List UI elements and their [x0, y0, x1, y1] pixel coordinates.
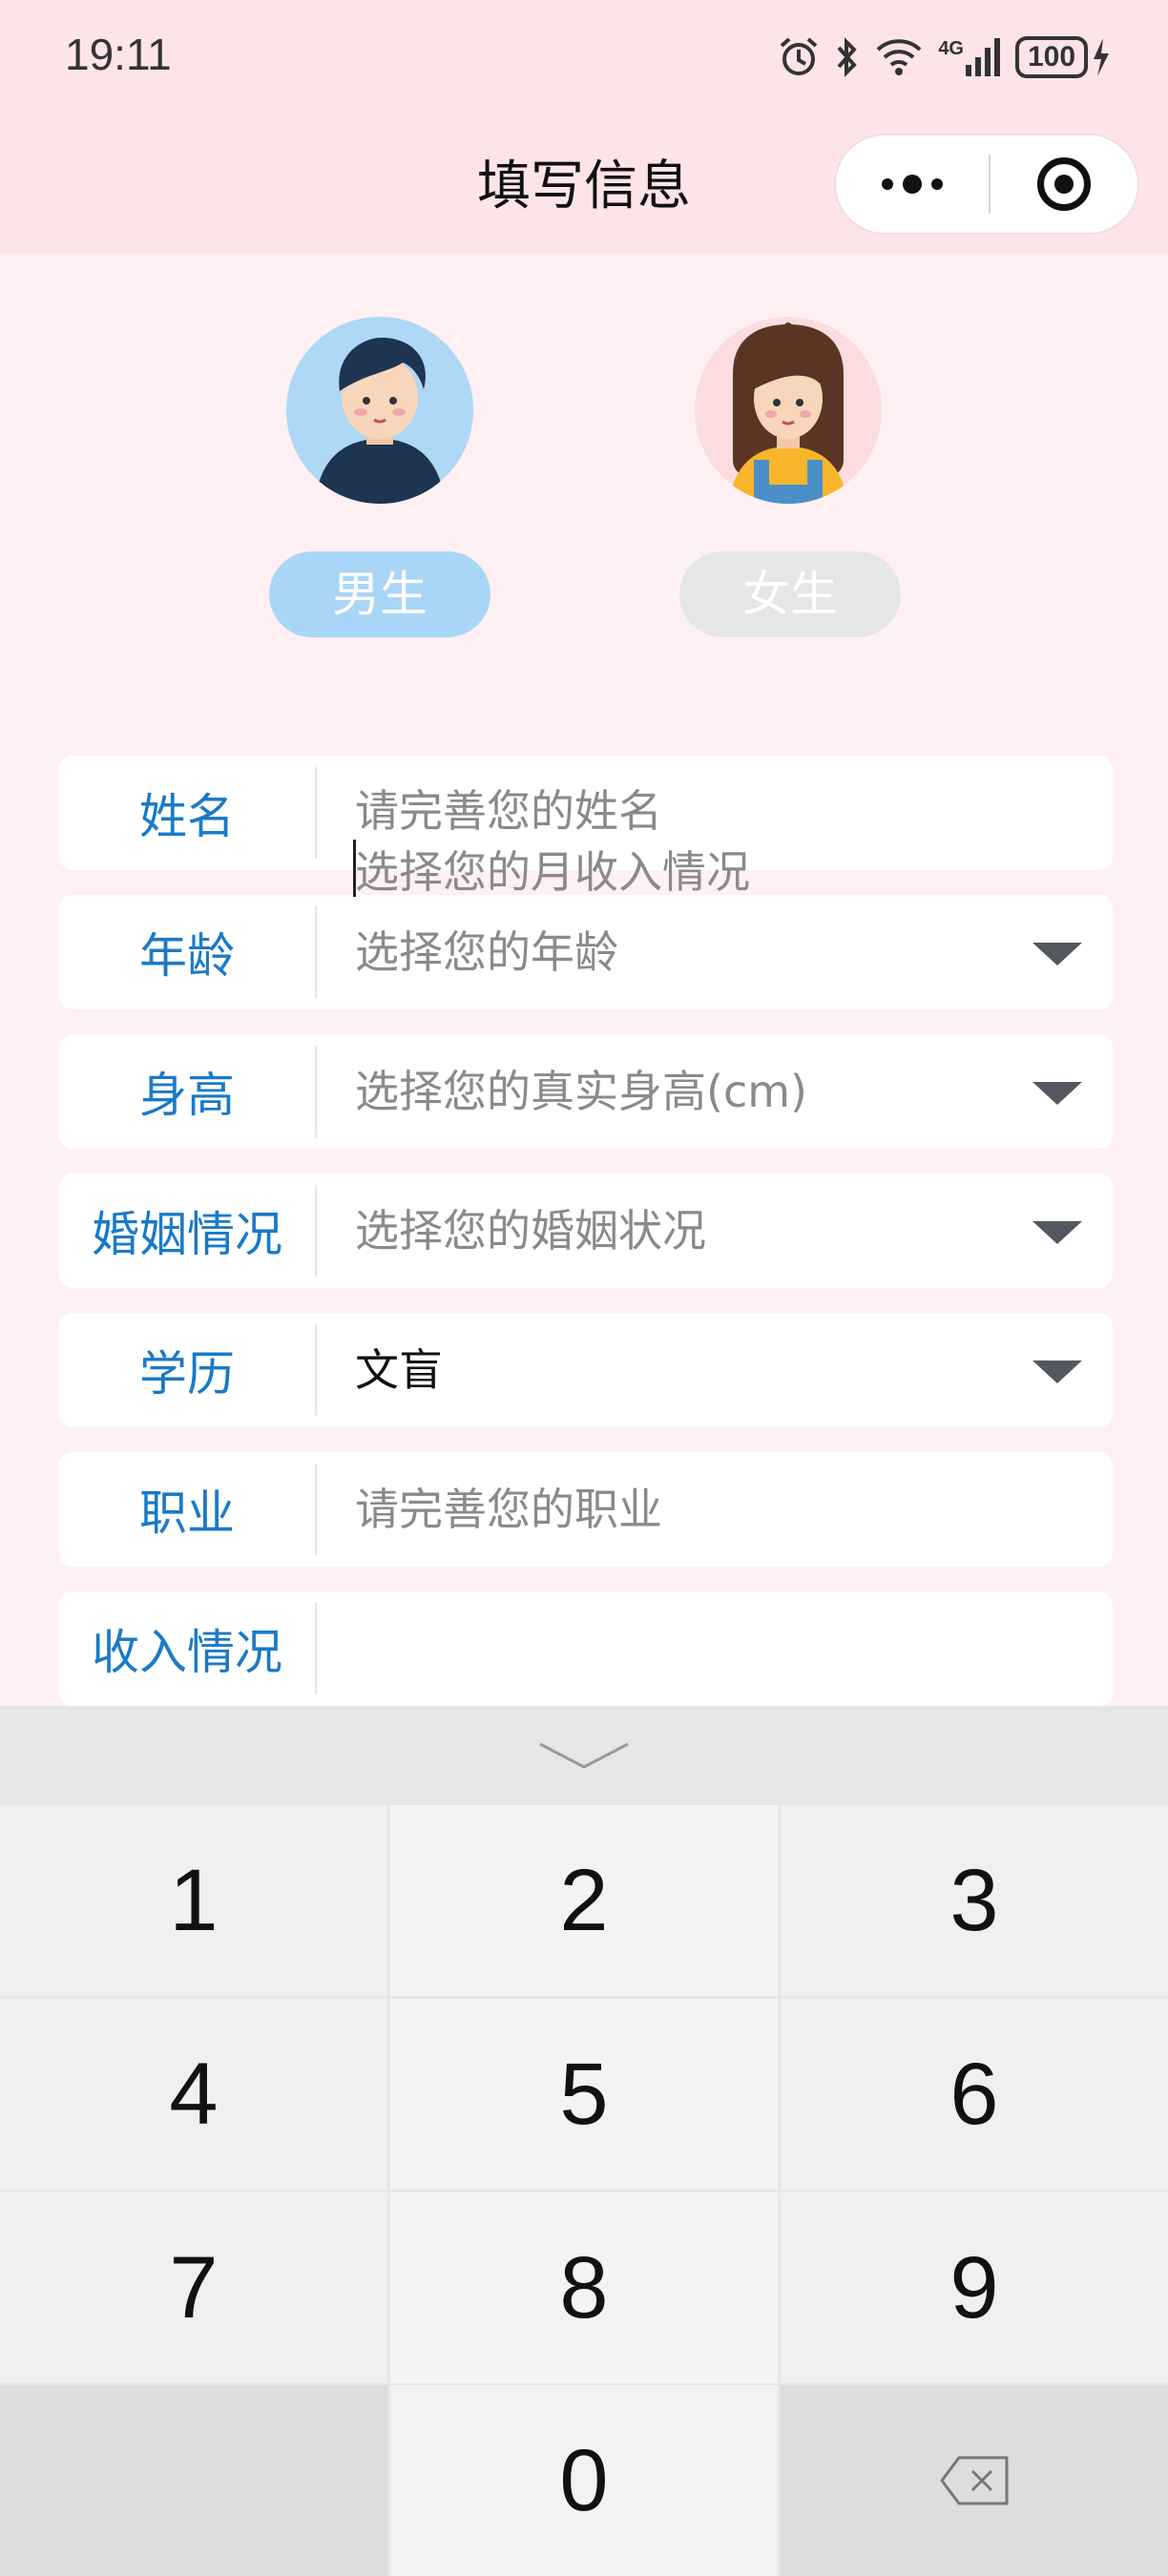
keyboard-collapse-button[interactable]: [0, 1706, 1168, 1805]
row-divider: [315, 906, 317, 998]
chevron-down-icon: [539, 1742, 629, 1769]
wifi-icon: [875, 38, 923, 76]
income-placeholder: 选择您的月收入情况: [355, 846, 750, 898]
key-2[interactable]: 2: [390, 1805, 778, 1996]
cellular-signal-icon: 4G: [938, 38, 1000, 76]
form-row-occupation[interactable]: 职业 请完善您的职业: [59, 1452, 1113, 1567]
network-type: 4G: [938, 38, 964, 59]
occupation-input[interactable]: 请完善您的职业: [355, 1452, 662, 1567]
key-8[interactable]: 8: [390, 2192, 778, 2383]
backspace-button[interactable]: [781, 2385, 1168, 2576]
text-caret: [353, 840, 356, 897]
key-5[interactable]: 5: [390, 1999, 778, 2190]
row-label: 收入情况: [92, 1625, 282, 1680]
female-button[interactable]: 女生: [679, 551, 901, 637]
close-button[interactable]: [991, 135, 1137, 233]
battery-indicator: 100: [1015, 36, 1111, 78]
status-time: 19:11: [65, 30, 172, 79]
more-button[interactable]: [836, 135, 989, 233]
row-divider: [315, 1324, 317, 1416]
status-icons: 4G 100: [778, 29, 1111, 86]
key-4[interactable]: 4: [0, 1999, 387, 2190]
form-row-education[interactable]: 学历 文盲: [59, 1313, 1113, 1427]
row-label: 学历: [139, 1346, 235, 1402]
target-circle-icon: [1037, 157, 1091, 211]
key-7[interactable]: 7: [0, 2192, 387, 2383]
row-label: 身高: [139, 1068, 235, 1123]
form-row-age[interactable]: 年龄 选择您的年龄: [59, 895, 1113, 1009]
key-1[interactable]: 1: [0, 1805, 387, 1996]
row-label: 婚姻情况: [92, 1207, 282, 1262]
row-divider: [315, 1464, 317, 1555]
form-row-income[interactable]: 收入情况: [59, 1591, 1113, 1706]
numeric-keyboard: 1 2 3 4 5 6 7 8 9 0: [0, 1706, 1168, 2576]
mini-program-capsule: [834, 134, 1139, 235]
bluetooth-icon: [835, 36, 860, 78]
key-6[interactable]: 6: [781, 1999, 1168, 2190]
key-9[interactable]: 9: [781, 2192, 1168, 2383]
education-picker[interactable]: 文盲: [355, 1313, 443, 1427]
row-divider: [315, 1185, 317, 1277]
empty-key: [0, 2385, 387, 2576]
row-divider: [315, 1046, 317, 1137]
row-label: 年龄: [139, 928, 235, 984]
dropdown-arrow-icon: [1032, 1082, 1082, 1105]
dropdown-arrow-icon: [1032, 1361, 1082, 1383]
age-picker[interactable]: 选择您的年龄: [355, 895, 618, 1009]
row-divider: [315, 767, 317, 859]
key-3[interactable]: 3: [781, 1805, 1168, 1996]
dropdown-arrow-icon: [1032, 1221, 1082, 1244]
battery-level: 100: [1015, 36, 1088, 78]
top-bar: 19:11 4G 100 填写信息: [0, 0, 1168, 254]
height-picker[interactable]: 选择您的真实身高(cm): [355, 1034, 807, 1149]
form-row-height[interactable]: 身高 选择您的真实身高(cm): [59, 1034, 1113, 1149]
male-avatar[interactable]: [286, 317, 473, 504]
dropdown-arrow-icon: [1032, 943, 1082, 966]
more-dots-icon: [882, 178, 893, 190]
female-avatar[interactable]: [695, 317, 882, 504]
form-row-marital[interactable]: 婚姻情况 选择您的婚姻状况: [59, 1174, 1113, 1288]
row-label: 姓名: [139, 789, 235, 844]
male-button[interactable]: 男生: [269, 551, 490, 637]
row-label: 职业: [139, 1485, 235, 1541]
marital-picker[interactable]: 选择您的婚姻状况: [355, 1174, 706, 1288]
alarm-icon: [778, 36, 820, 78]
charging-icon: [1094, 38, 1109, 76]
row-divider: [315, 1603, 317, 1694]
backspace-icon: [940, 2456, 1009, 2505]
key-0[interactable]: 0: [390, 2385, 778, 2576]
